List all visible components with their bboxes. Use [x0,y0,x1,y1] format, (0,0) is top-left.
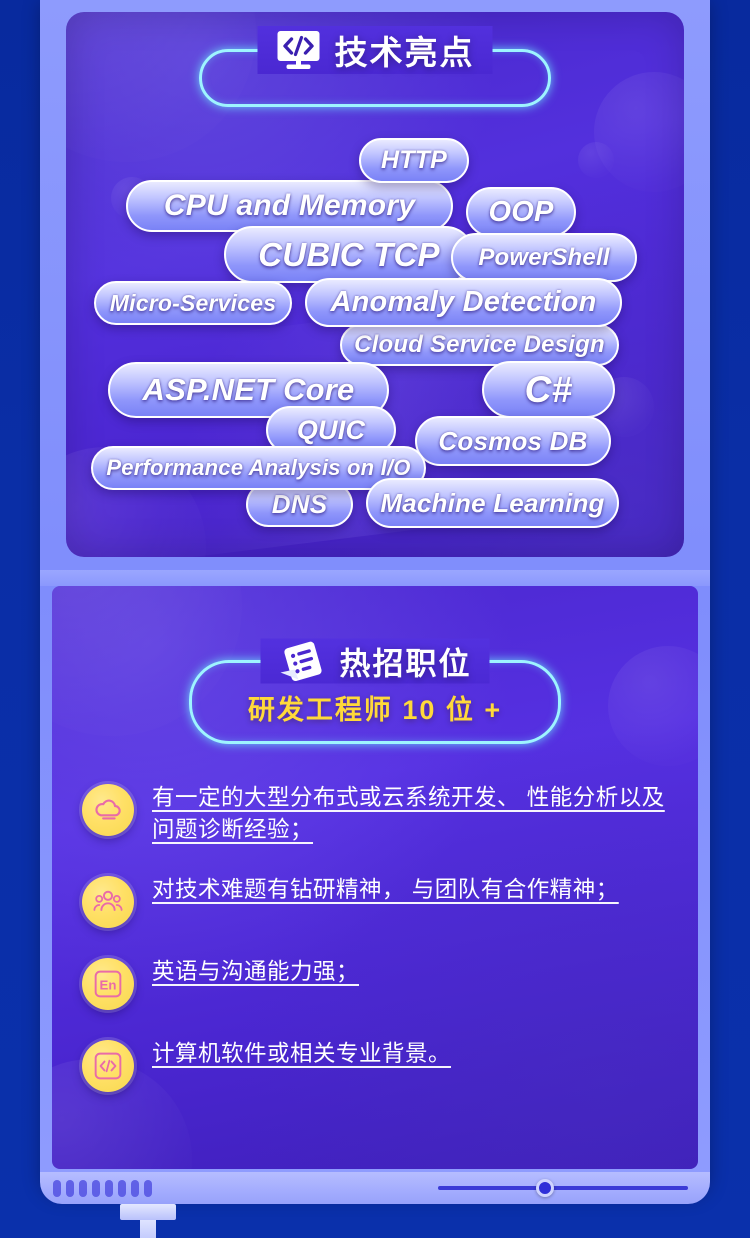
cloud-icon [82,784,134,836]
speaker-grille [53,1179,152,1197]
code-icon [82,1039,134,1092]
jobs-header-subtitle: 研发工程师 10 位 + [247,695,503,725]
bezel-divider [40,570,710,586]
speaker-hole [53,1179,61,1197]
tech-header-capsule: 技术亮点 [199,26,551,107]
jobs-header-title-group: 热招职位 [260,638,490,684]
requirement-text: 英语与沟通能力强； [152,958,360,984]
requirement-item: 计算机软件或相关专业背景。 [82,1038,676,1092]
device-stand [120,1204,176,1220]
requirement-text: 对技术难题有钻研精神， 与团队有合作精神； [152,876,619,902]
tech-header: 技术亮点 [66,26,684,107]
requirement-text: 有一定的大型分布式或云系统开发、 性能分析以及问题诊断经验； [152,785,665,842]
poster-root: 技术亮点 HTTP CPU and Memory OOP CUBIC TCP Power… [0,0,750,1238]
requirements-list: 有一定的大型分布式或云系统开发、 性能分析以及问题诊断经验； 对技术难题有钻研精神… [82,782,676,1120]
team-icon [82,875,134,928]
clipboard-list-icon [279,639,327,683]
tech-tag-cloud: HTTP CPU and Memory OOP CUBIC TCP PowerShell… [66,138,684,538]
tech-tag-pill[interactable]: PowerShell [451,233,637,282]
hot-jobs-card: 热招职位 研发工程师 10 位 + 有一定的大型分布式或云系统开发、 性能分析以… [52,586,698,1169]
jobs-header: 热招职位 研发工程师 10 位 + [52,638,698,744]
slider-knob[interactable] [536,1179,554,1197]
tech-tag-pill[interactable]: CPU and Memory [126,180,453,232]
speaker-hole [118,1179,126,1197]
tech-header-title: 技术亮点 [334,34,475,71]
tech-highlights-card: 技术亮点 HTTP CPU and Memory OOP CUBIC TCP Power… [66,12,684,557]
tech-header-title-group: 技术亮点 [257,26,493,74]
device-stand-neck [140,1220,156,1238]
requirement-text: 计算机软件或相关专业背景。 [152,1040,452,1066]
volume-slider[interactable] [438,1178,688,1198]
speaker-hole [92,1179,100,1197]
tech-tag-pill[interactable]: Cloud Service Design [340,324,619,366]
speaker-hole [131,1179,139,1197]
tech-tag-pill[interactable]: Machine Learning [366,478,619,528]
tech-tag-pill[interactable]: CUBIC TCP [224,226,474,283]
speaker-hole [144,1179,152,1197]
speaker-hole [66,1179,74,1197]
tech-tag-pill[interactable]: Anomaly Detection [305,278,622,327]
jobs-header-title: 热招职位 [339,646,472,682]
english-icon: En [82,957,134,1010]
tech-tag-pill[interactable]: C# [482,361,615,418]
slider-track[interactable] [438,1186,688,1190]
tech-tag-pill[interactable]: Micro-Services [94,281,292,325]
device-bottom-bar [40,1172,710,1204]
speaker-hole [79,1179,87,1197]
tech-tag-pill[interactable]: OOP [466,187,576,237]
tech-tag-pill[interactable]: Cosmos DB [415,416,611,466]
jobs-header-capsule: 热招职位 研发工程师 10 位 + [189,638,561,744]
monitor-code-icon [276,29,322,71]
speaker-hole [105,1179,113,1197]
svg-text:En: En [100,977,117,992]
requirement-item: 有一定的大型分布式或云系统开发、 性能分析以及问题诊断经验； [82,782,676,846]
requirement-item: En 英语与沟通能力强； [82,956,676,1010]
tech-tag-pill[interactable]: HTTP [359,138,469,183]
requirement-item: 对技术难题有钻研精神， 与团队有合作精神； [82,874,676,928]
